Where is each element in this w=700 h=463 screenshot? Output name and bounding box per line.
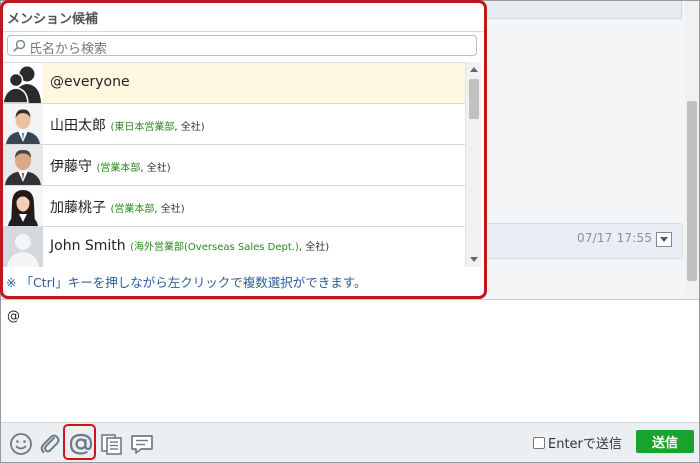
candidate-company: 全社 — [305, 242, 326, 253]
enter-to-send-checkbox[interactable] — [533, 436, 545, 449]
candidate-row[interactable]: 伊藤守 (営業本部, 全社) — [3, 145, 465, 186]
timeline-scrollbar[interactable] — [685, 1, 699, 299]
candidate-company: 全社 — [160, 204, 181, 215]
candidate-department: 営業本部 — [114, 204, 155, 215]
candidate-row[interactable]: 加藤桃子 (営業本部, 全社) — [3, 186, 465, 227]
enter-to-send-label: Enterで送信 — [548, 437, 622, 452]
candidate-company: 全社 — [180, 122, 201, 133]
attachment-icon[interactable] — [37, 431, 63, 457]
popup-title: メンション候補 — [7, 12, 99, 27]
candidate-row[interactable]: John Smith (海外営業部(Overseas Sales Dept.),… — [3, 227, 465, 267]
popup-header: メンション候補 — [3, 3, 484, 32]
mention-button-highlight — [63, 424, 96, 460]
scroll-down-icon[interactable] — [470, 257, 478, 262]
person-photo — [3, 186, 43, 226]
mention-candidates-popup: メンション候補 氏名から検索 @everyone 山田太郎 (東日本営業部, 全… — [0, 0, 487, 299]
name-search-input[interactable]: 氏名から検索 — [7, 35, 477, 57]
candidate-name: 伊藤守 — [50, 159, 92, 175]
scroll-up-icon[interactable] — [470, 67, 478, 72]
candidate-department: 海外営業部(Overseas Sales Dept.) — [134, 242, 299, 253]
candidate-name: John Smith — [50, 238, 126, 254]
candidate-entry: 伊藤守 (営業本部, 全社) — [50, 159, 171, 175]
stamp-icon[interactable] — [129, 431, 155, 457]
group-icon — [3, 63, 43, 103]
candidate-row[interactable]: 山田太郎 (東日本営業部, 全社) — [3, 104, 465, 145]
candidate-company: 全社 — [146, 163, 167, 174]
candidate-department: 東日本営業部 — [114, 122, 175, 133]
message-timestamp: 07/17 17:55 — [577, 231, 653, 245]
person-photo — [3, 104, 43, 144]
candidate-entry: 山田太郎 (東日本営業部, 全社) — [50, 118, 205, 134]
candidate-list: @everyone 山田太郎 (東日本営業部, 全社) 伊藤守 (営業本部, 全… — [3, 62, 465, 267]
template-icon[interactable] — [99, 431, 125, 457]
message-input[interactable]: @ — [1, 300, 699, 422]
search-icon — [13, 39, 26, 52]
candidate-department: 営業本部 — [100, 163, 141, 174]
candidate-name: 山田太郎 — [50, 118, 106, 134]
scrollbar-thumb[interactable] — [469, 79, 479, 119]
candidate-row[interactable]: @everyone — [3, 63, 465, 104]
message-menu-dropdown-icon[interactable] — [656, 232, 672, 247]
candidate-name: 加藤桃子 — [50, 200, 106, 216]
enter-to-send-toggle[interactable]: Enterで送信 — [533, 433, 622, 452]
candidate-list-scrollbar[interactable] — [465, 62, 481, 267]
candidate-name: @everyone — [50, 74, 130, 90]
search-placeholder: 氏名から検索 — [29, 42, 108, 57]
default-avatar-icon — [3, 227, 43, 267]
timeline-scrollbar-thumb[interactable] — [687, 101, 697, 281]
candidate-entry: John Smith (海外営業部(Overseas Sales Dept.),… — [50, 238, 330, 254]
emoji-icon[interactable] — [8, 431, 34, 457]
send-button[interactable]: 送信 — [636, 430, 694, 453]
candidate-entry: 加藤桃子 (営業本部, 全社) — [50, 200, 185, 216]
multi-select-hint: ※ 「Ctrl」キーを押しながら左クリックで複数選択ができます。 — [6, 275, 367, 290]
person-photo — [3, 145, 43, 185]
message-input-value: @ — [7, 309, 20, 324]
